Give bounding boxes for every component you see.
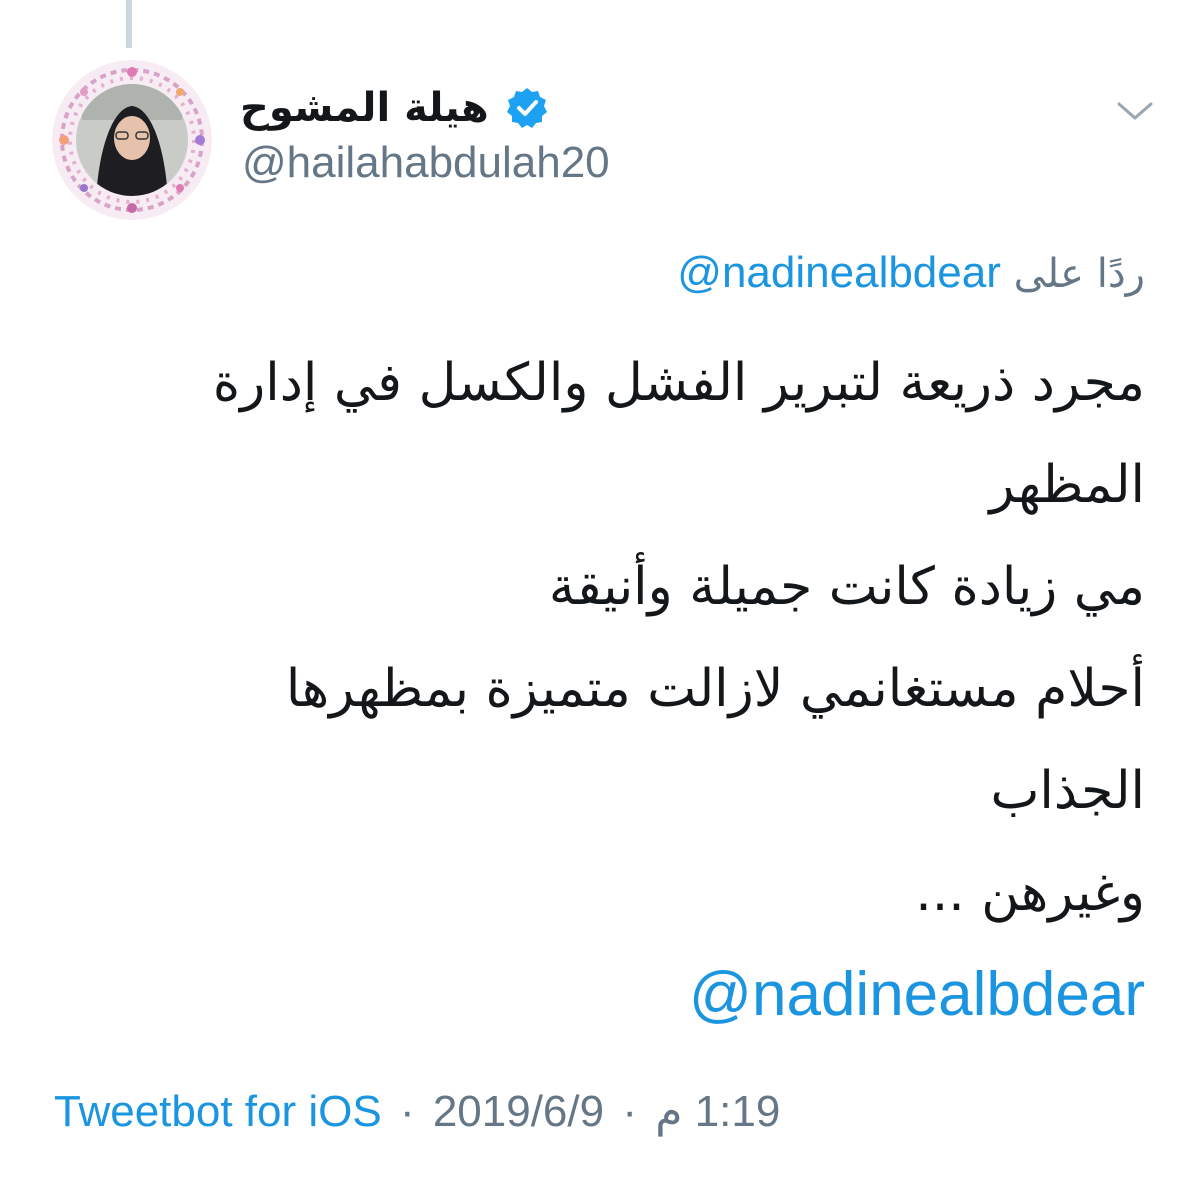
tweet-line: مجرد ذريعة لتبرير الفشل والكسل في إدارة <box>212 353 1145 413</box>
tweet-line: أحلام مستغانمي لازالت متميزة بمظهرها <box>285 659 1145 719</box>
reply-prefix: ردًا على <box>1013 251 1145 297</box>
source-app-link[interactable]: Tweetbot for iOS <box>54 1087 382 1136</box>
tweet-text: مجرد ذريعة لتبرير الفشل والكسل في إدارة … <box>135 332 1145 1046</box>
reply-context: ردًا على @nadinealbdear <box>677 248 1145 298</box>
verified-badge-icon <box>506 88 547 128</box>
author-handle[interactable]: @hailahabdulah20 <box>242 138 610 188</box>
meta-separator: · <box>622 1087 637 1136</box>
tweet-line: مي زيادة كانت جميلة وأنيقة <box>548 557 1145 617</box>
tweet-line: وغيرهن ... <box>915 863 1145 923</box>
tweet-line: المظهر <box>989 455 1145 515</box>
avatar[interactable] <box>52 60 212 220</box>
tweet-line: الجذاب <box>990 761 1145 821</box>
meta-separator: · <box>399 1087 415 1136</box>
reply-mention-link[interactable]: @nadinealbdear <box>677 248 1001 297</box>
author-display-name[interactable]: هيلة المشوح <box>240 85 489 131</box>
thread-connector-line <box>126 0 132 48</box>
author-name-row[interactable]: هيلة المشوح <box>240 78 570 138</box>
tweet-meta: Tweetbot for iOS · 2019/6/9 · 1:19 م <box>54 1086 780 1137</box>
tweet-mention-link[interactable]: @nadinealbdear <box>135 944 1145 1046</box>
tweet-date[interactable]: 2019/6/9 <box>433 1087 604 1136</box>
chevron-down-icon[interactable] <box>1114 96 1156 126</box>
tweet-time[interactable]: 1:19 م <box>655 1086 780 1137</box>
